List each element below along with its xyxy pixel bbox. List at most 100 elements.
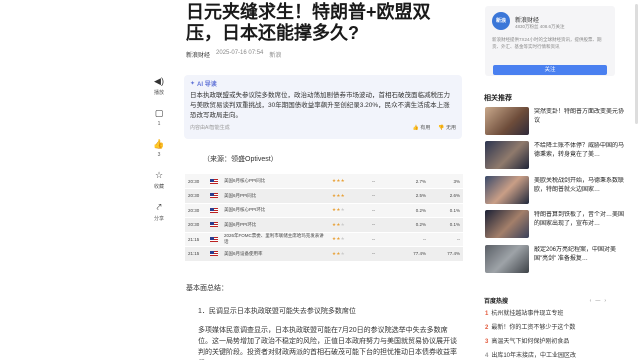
us-flag-icon	[207, 188, 221, 204]
favorite-label: 收藏	[153, 184, 164, 190]
hot-rank: 4	[485, 353, 489, 359]
article-title: 日元夹缝求生！特朗普+欧盟双压，日本还能撑多久?	[186, 2, 431, 43]
share-button[interactable]: ⤤ 分享	[154, 202, 164, 222]
hot-search-title: 百度热搜	[484, 299, 509, 305]
account-logo[interactable]: 新浪	[492, 12, 510, 30]
us-flag-icon	[207, 217, 221, 233]
importance-stars: ★★★	[329, 217, 369, 233]
account-name[interactable]: 新浪财经	[515, 15, 539, 24]
calendar-row: 20:30 美国6月核心PPI同比 ★★★ -- 2.7% 3%	[185, 174, 463, 189]
chevron-left-icon[interactable]: ‹	[590, 298, 592, 304]
event-actual: --	[429, 232, 463, 247]
event-name: 美国6月核心PPI同比	[221, 174, 329, 189]
article-author-tag: 新浪	[269, 53, 282, 59]
related-item[interactable]: 敲定206万亮纪程案，中国对美国"亮剑" 准备报复…	[485, 245, 625, 273]
ai-sparkle-icon: ✦	[190, 81, 196, 87]
article-source[interactable]: 新浪财经	[186, 50, 210, 59]
related-title: 相关推荐	[484, 95, 512, 102]
page-scrollbar[interactable]	[635, 4, 638, 124]
related-item-title: 不给降土账不体停？威胁中国的马德秉索，转身竟在了美…	[534, 143, 625, 158]
event-forecast: 0.2%	[399, 217, 429, 233]
ai-summary-box: ✦ AI 导读 日本执政联盟或失参议院多数席位，政治动荡加剧债券市场波动，首相石…	[184, 75, 462, 139]
hot-text: 高温天气下如何保护刚初食品	[491, 339, 570, 345]
hot-search-item[interactable]: 4 出库10年末接店，中工业园区改	[485, 350, 576, 359]
event-time: 21:15	[185, 232, 207, 247]
thumb-up-icon: 👍	[153, 139, 165, 149]
account-description: 新浪财经提供7X24小时的全球财经资讯，提供股票、期货、外汇、基金等实时行情和资…	[492, 37, 602, 49]
event-forecast: 2.7%	[399, 174, 429, 189]
event-name: 美国6月PPI环比	[221, 217, 329, 233]
account-stats: 4830万粉丝 408.6万关注	[515, 24, 565, 29]
related-item[interactable]: 美欧关税战剑开始，马德秉系数联欧，特朗普就火边国家…	[485, 176, 625, 204]
body-heading: 基本面总结：	[186, 285, 228, 292]
calendar-row: 21:15 2026年FOMC票委、里利市联储主席哈玛克发表讲话 ★★★ -- -- --	[185, 232, 463, 247]
star-icon: ☆	[154, 170, 164, 180]
hot-search-item[interactable]: 3 高温天气下如何保护刚初食品	[485, 336, 569, 345]
hot-search-item[interactable]: 2 最新！你的工资不够少于这个数	[485, 322, 575, 331]
related-item-title: 美欧关税战剑开始，马德秉系数联欧，特朗普就火边国家…	[534, 178, 625, 193]
article-datetime: 2025-07-16 07:54	[216, 50, 264, 56]
useless-label: 无用	[445, 125, 456, 131]
event-previous: --	[369, 188, 399, 204]
us-flag-icon	[207, 174, 221, 189]
calendar-row: 20:30 美国6月核心PPI环比 ★★★ -- 0.2% 0.1%	[185, 203, 463, 218]
speaker-icon: ◀)	[154, 76, 164, 86]
ai-summary-header: ✦ AI 导读	[190, 79, 456, 88]
chevron-right-icon[interactable]: ›	[604, 298, 606, 304]
play-audio-button[interactable]: ◀) 播放	[154, 76, 164, 96]
importance-stars: ★★★	[329, 232, 369, 247]
event-forecast: 2.5%	[399, 188, 429, 204]
hot-text: 最新！你的工资不够少于这个数	[491, 325, 576, 331]
hot-search-controls: ‹ — ›	[590, 298, 606, 304]
related-item[interactable]: 特朗普算到铁板了，昔个对…美国的国家出现了，宣布对…	[485, 210, 625, 238]
calendar-row: 20:30 美国6月PPI同比 ★★★ -- 2.5% 2.6%	[185, 188, 463, 204]
calendar-row: 21:15 美国6月设备使用率 ★★★ -- 77.4% 77.4%	[185, 246, 463, 262]
us-flag-icon	[207, 232, 221, 247]
thumb-up-icon: 👍	[412, 125, 419, 131]
event-name: 2026年FOMC票委、里利市联储主席哈玛克发表讲话	[221, 232, 329, 247]
comment-button[interactable]: ▢ 1	[155, 108, 164, 127]
event-previous: --	[369, 203, 399, 218]
hot-search-item[interactable]: 1 杭州就挂越站事件现立专班	[485, 308, 563, 317]
hot-rank: 2	[485, 325, 489, 331]
body-paragraph: 多项媒体民意调查显示，日本执政联盟可能在7月20日的参议院选举中失去多数席位。这…	[198, 327, 457, 356]
hot-rank: 1	[485, 311, 489, 317]
event-previous: --	[369, 174, 399, 189]
related-item-title: 突然变卦！特朗普方面改变美元协议	[534, 109, 625, 124]
event-previous: --	[369, 232, 399, 247]
thumb-down-icon: 👎	[438, 125, 445, 131]
source-line: （来源：领盛Optivest）	[203, 156, 278, 163]
useless-button[interactable]: 👎 无用	[438, 124, 456, 131]
related-item[interactable]: 不给降土账不体停？威胁中国的马德秉索，转身竟在了美…	[485, 141, 625, 169]
importance-stars: ★★★	[329, 188, 369, 204]
hot-text: 杭州就挂越站事件现立专班	[491, 311, 564, 317]
event-forecast: --	[399, 232, 429, 247]
ai-summary-text: 日本执政联盟或失参议院多数席位，政治动荡加剧债券市场波动，首相石破茂面临减税压力…	[190, 92, 450, 119]
event-time: 20:30	[185, 217, 207, 233]
favorite-button[interactable]: ☆ 收藏	[154, 170, 164, 190]
related-thumbnail	[485, 176, 529, 204]
event-name: 美国6月设备使用率	[221, 246, 329, 262]
ai-disclaimer: 内容由AI智能生成	[190, 125, 230, 131]
us-flag-icon	[207, 246, 221, 262]
importance-stars: ★★★	[329, 174, 369, 189]
account-card: 新浪 新浪财经 4830万粉丝 408.6万关注 新浪财经提供7X24小时的全球…	[485, 6, 615, 76]
body-point-1: 1．民调显示日本执政联盟可能失去参议院多数席位	[198, 308, 356, 315]
event-time: 20:30	[185, 174, 207, 189]
event-name: 美国6月核心PPI环比	[221, 203, 329, 218]
related-thumbnail	[485, 245, 529, 273]
hot-rank: 3	[485, 339, 489, 345]
event-forecast: 0.2%	[399, 203, 429, 218]
action-rail: ◀) 播放 ▢ 1 👍 3 ☆ 收藏 ⤤ 分享	[148, 76, 170, 234]
like-button[interactable]: 👍 3	[153, 139, 164, 158]
ai-summary-label: AI 导读	[197, 82, 217, 88]
event-previous: --	[369, 246, 399, 262]
useful-button[interactable]: 👍 有用	[413, 124, 431, 131]
article-meta: 新浪财经 2025-07-16 07:54 新浪	[186, 50, 281, 59]
calendar-row: 20:30 美国6月PPI环比 ★★★ -- 0.2% 0.1%	[185, 217, 463, 233]
related-thumbnail	[485, 107, 529, 135]
importance-stars: ★★★	[329, 246, 369, 262]
related-item[interactable]: 突然变卦！特朗普方面改变美元协议	[485, 107, 625, 135]
follow-button[interactable]: 关注	[493, 65, 607, 75]
us-flag-icon	[207, 203, 221, 218]
